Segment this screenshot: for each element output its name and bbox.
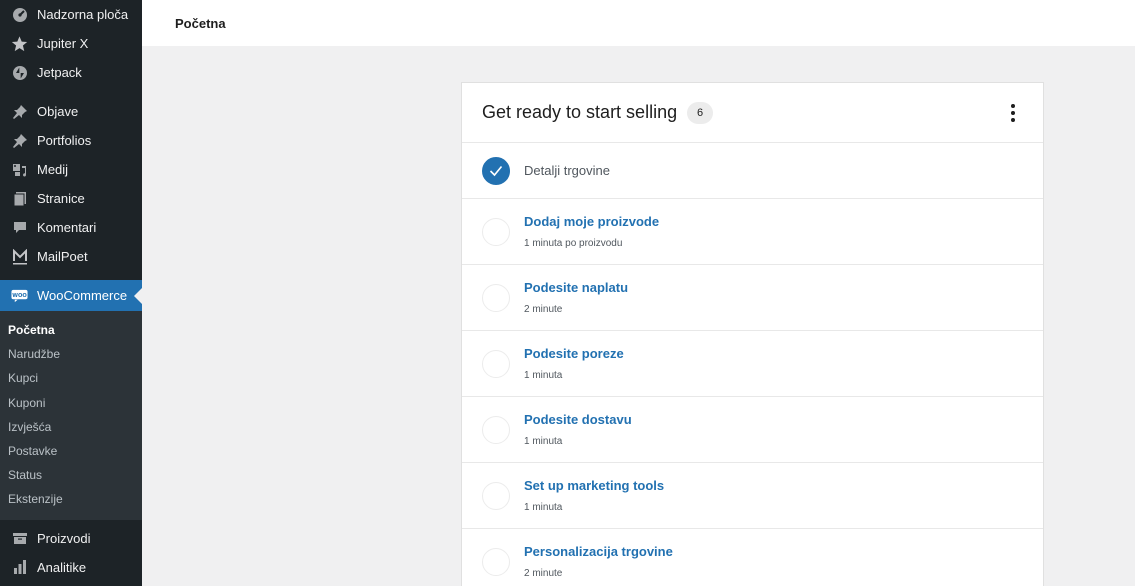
submenu-item-orders[interactable]: Narudžbe — [0, 342, 142, 366]
woocommerce-submenu: Početna Narudžbe Kupci Kuponi Izvješća P… — [0, 311, 142, 520]
media-icon — [11, 161, 28, 178]
sidebar-item-dashboard[interactable]: Nadzorna ploča — [0, 0, 142, 29]
sidebar-item-pages[interactable]: Stranice — [0, 184, 142, 213]
task-text: Personalizacija trgovine 2 minute — [524, 544, 673, 579]
pin-icon — [11, 132, 28, 149]
sidebar-item-media[interactable]: Medij — [0, 155, 142, 184]
page-title: Početna — [175, 15, 226, 31]
card-header: Get ready to start selling 6 — [462, 83, 1043, 143]
submenu-item-settings[interactable]: Postavke — [0, 439, 142, 463]
submenu-item-customers[interactable]: Kupci — [0, 366, 142, 390]
task-text: Set up marketing tools 1 minuta — [524, 478, 664, 513]
sidebar-item-label: Objave — [37, 104, 79, 119]
task-set-up-tax[interactable]: Podesite poreze 1 minuta — [462, 331, 1043, 397]
mailpoet-icon — [11, 248, 28, 265]
task-time-estimate: 1 minuta po proizvodu — [524, 238, 623, 249]
sidebar-item-posts[interactable]: Objave — [0, 97, 142, 126]
sidebar-item-label: Jetpack — [37, 65, 82, 80]
comment-icon — [11, 219, 28, 236]
submenu-item-status[interactable]: Status — [0, 463, 142, 487]
more-vertical-icon — [1011, 110, 1015, 115]
task-add-products[interactable]: Dodaj moje proizvode 1 minuta po proizvo… — [462, 199, 1043, 265]
task-status-circle — [482, 415, 510, 444]
pages-icon — [11, 190, 28, 207]
woo-badge-text: WOO — [12, 292, 27, 298]
star-icon — [11, 35, 28, 52]
jetpack-icon — [11, 64, 28, 81]
task-text: Podesite naplatu 2 minute — [524, 280, 628, 315]
dashboard-icon — [11, 6, 28, 23]
sidebar-item-label: Stranice — [37, 191, 85, 206]
task-time-estimate: 2 minute — [524, 304, 563, 315]
task-status-circle — [482, 547, 510, 576]
task-time-estimate: 1 minuta — [524, 502, 563, 513]
task-status-circle — [482, 283, 510, 312]
more-options-button[interactable] — [1003, 101, 1023, 125]
task-title[interactable]: Podesite poreze — [524, 346, 624, 361]
task-time-estimate: 1 minuta — [524, 436, 563, 447]
sidebar-item-label: Portfolios — [37, 133, 92, 148]
analytics-icon — [11, 559, 28, 576]
products-icon — [11, 530, 28, 547]
sidebar-item-label: WooCommerce — [37, 288, 128, 303]
task-text: Podesite poreze 1 minuta — [524, 346, 624, 381]
task-title[interactable]: Personalizacija trgovine — [524, 544, 673, 559]
task-status-circle — [482, 349, 510, 378]
task-text: Podesite dostavu 1 minuta — [524, 412, 632, 447]
sidebar-item-comments[interactable]: Komentari — [0, 213, 142, 242]
check-icon — [482, 156, 510, 185]
task-title[interactable]: Podesite dostavu — [524, 412, 632, 427]
task-time-estimate: 2 minute — [524, 568, 563, 579]
task-count-badge: 6 — [687, 101, 714, 124]
submenu-item-reports[interactable]: Izvješća — [0, 415, 142, 439]
task-title[interactable]: Podesite naplatu — [524, 280, 628, 295]
card-title: Get ready to start selling — [482, 102, 678, 122]
task-title[interactable]: Set up marketing tools — [524, 478, 664, 493]
sidebar-item-products[interactable]: Proizvodi — [0, 524, 142, 553]
sidebar-item-analytics[interactable]: Analitike — [0, 553, 142, 582]
sidebar-item-label: Analitike — [37, 559, 87, 575]
sidebar-item-label: Jupiter X — [37, 36, 89, 51]
page-header: Početna — [142, 0, 1135, 46]
task-title[interactable]: Dodaj moje proizvode — [524, 214, 659, 229]
task-title: Detalji trgovine — [524, 163, 610, 178]
task-personalize-store[interactable]: Personalizacija trgovine 2 minute — [462, 529, 1043, 586]
more-vertical-icon — [1011, 117, 1015, 122]
submenu-item-extensions[interactable]: Ekstenzije — [0, 487, 142, 511]
task-text: Detalji trgovine — [524, 163, 610, 178]
admin-sidebar: Nadzorna ploča Jupiter X Jetpack Objave … — [0, 0, 142, 586]
task-time-estimate: 1 minuta — [524, 370, 563, 381]
sidebar-item-jetpack[interactable]: Jetpack — [0, 58, 142, 87]
more-vertical-icon — [1011, 103, 1015, 108]
sidebar-item-label: MailPoet — [37, 249, 88, 264]
sidebar-item-portfolios[interactable]: Portfolios — [0, 126, 142, 155]
task-status-circle — [482, 481, 510, 510]
task-text: Dodaj moje proizvode 1 minuta po proizvo… — [524, 214, 659, 249]
sidebar-item-label: Komentari — [37, 220, 97, 235]
setup-checklist-card: Get ready to start selling 6 Detalji trg… — [461, 82, 1044, 586]
sidebar-item-label: Proizvodi — [37, 530, 91, 546]
submenu-item-coupons[interactable]: Kuponi — [0, 391, 142, 415]
sidebar-item-woocommerce[interactable]: WOO WooCommerce — [0, 280, 142, 311]
sidebar-item-mailpoet[interactable]: MailPoet — [0, 242, 142, 271]
sidebar-item-jupiter-x[interactable]: Jupiter X — [0, 29, 142, 58]
sidebar-item-label: Medij — [37, 162, 69, 177]
submenu-item-home[interactable]: Početna — [0, 318, 142, 342]
task-store-details[interactable]: Detalji trgovine — [462, 143, 1043, 199]
task-set-up-shipping[interactable]: Podesite dostavu 1 minuta — [462, 397, 1043, 463]
task-set-up-payments[interactable]: Podesite naplatu 2 minute — [462, 265, 1043, 331]
sidebar-item-label: Nadzorna ploča — [37, 7, 129, 22]
task-marketing-tools[interactable]: Set up marketing tools 1 minuta — [462, 463, 1043, 529]
woocommerce-icon: WOO — [11, 287, 28, 304]
task-status-circle — [482, 217, 510, 246]
pin-icon — [11, 103, 28, 120]
